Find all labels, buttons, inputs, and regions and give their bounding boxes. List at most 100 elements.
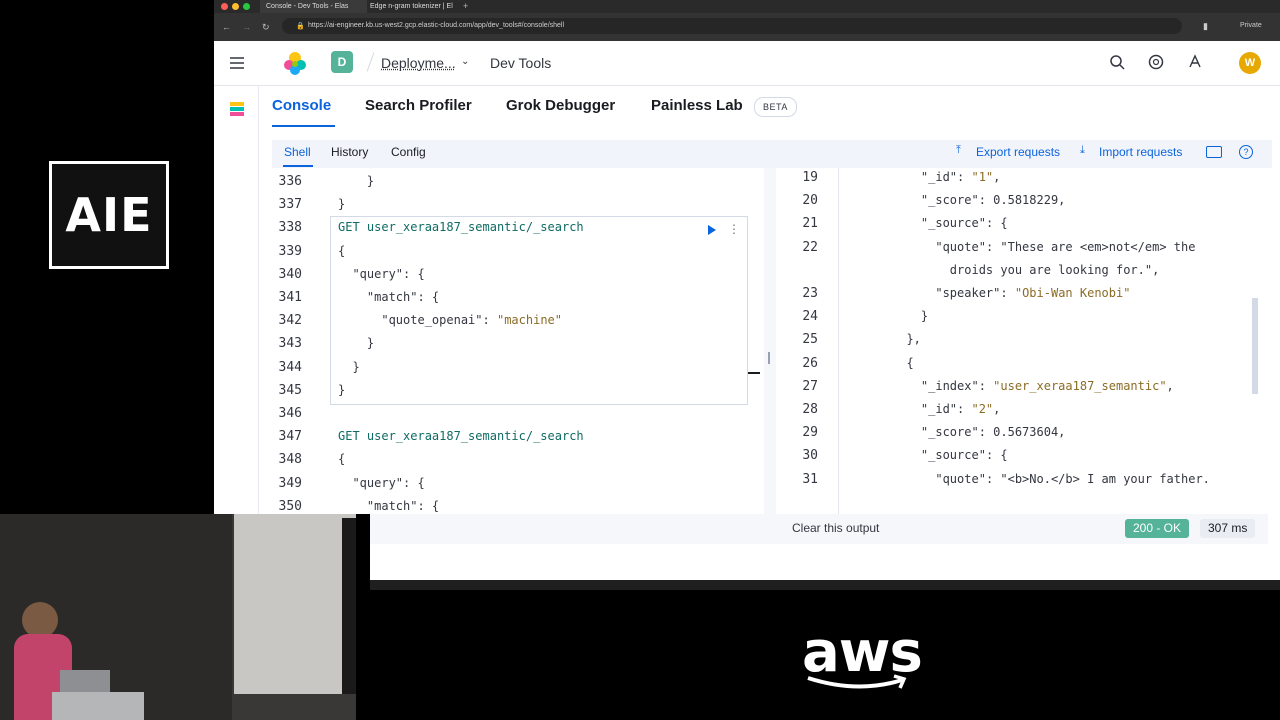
close-window-icon[interactable]	[221, 3, 228, 10]
export-icon[interactable]: ⤒	[956, 144, 961, 157]
tab-grok-debugger[interactable]: Grok Debugger	[506, 96, 615, 116]
line-number: 19	[802, 170, 818, 185]
code-token: "quote_openai"	[381, 313, 483, 328]
request-path: user_xeraa187_semantic/_search	[366, 429, 584, 444]
code-line: "query": {	[338, 266, 424, 281]
request-editor[interactable]: ⋮ 336 } 337} 338 GET user_xeraa187_semantic…	[272, 168, 758, 514]
tab-history[interactable]: History	[331, 145, 368, 159]
code-token: : "<b>No.</b> I am your father.	[985, 471, 1210, 486]
code-token: ,	[993, 170, 1001, 184]
private-label: Private	[1240, 22, 1262, 29]
line-number: 21	[802, 216, 818, 232]
help-icon[interactable]	[1147, 54, 1165, 72]
newsfeed-icon[interactable]	[1186, 54, 1204, 72]
code-token: : {	[985, 216, 1008, 231]
chevron-down-icon[interactable]: ⌄	[461, 56, 469, 67]
code-token: ,	[993, 402, 1001, 416]
browser-tab-ngram[interactable]: Edge n-gram tokenizer | El	[364, 0, 471, 13]
line-number: 347	[278, 429, 302, 445]
code-token: : {	[985, 448, 1008, 463]
line-number: 337	[278, 197, 302, 213]
bookmark-icon[interactable]: ▮	[1203, 21, 1208, 32]
code-token: {	[892, 355, 914, 370]
scroll-marker	[748, 372, 760, 374]
line-number: 31	[802, 471, 818, 487]
minimize-window-icon[interactable]	[232, 3, 239, 10]
line-number: 26	[802, 355, 818, 371]
forward-icon[interactable]: →	[242, 22, 251, 32]
code-token: "quote"	[935, 239, 986, 254]
new-tab-icon[interactable]: +	[463, 0, 468, 13]
play-request-icon[interactable]	[706, 223, 718, 237]
duration-badge: 307 ms	[1200, 519, 1256, 538]
code-line: "quote_openai": "machine"	[338, 313, 562, 327]
space-avatar[interactable]: D	[331, 51, 353, 73]
code-line: }	[338, 336, 374, 350]
import-requests-button[interactable]: Import requests	[1099, 145, 1182, 159]
breadcrumb-deployment[interactable]: Deployme...	[381, 55, 456, 71]
selected-request-highlight	[330, 216, 748, 405]
code-token: :	[957, 402, 972, 416]
code-line: "_source": {	[892, 448, 1008, 462]
code-token: "query"	[352, 266, 404, 281]
pane-divider[interactable]	[764, 168, 776, 514]
code-token: "_score"	[920, 193, 979, 208]
line-number: 339	[278, 243, 302, 259]
line-number: 22	[802, 239, 818, 255]
elastic-logo-icon[interactable]	[283, 51, 307, 75]
user-avatar[interactable]: W	[1239, 52, 1261, 74]
url-text: https://ai-engineer.kb.us-west2.gcp.elas…	[308, 22, 565, 29]
menu-icon[interactable]	[229, 55, 245, 71]
request-actions-icon[interactable]: ⋮	[728, 222, 740, 236]
code-token: :	[1000, 286, 1015, 300]
code-token: "_index"	[920, 378, 979, 393]
code-line: "_id": "1",	[892, 170, 1001, 184]
line-number: 20	[802, 193, 818, 209]
code-token: "_source"	[920, 448, 986, 463]
line-number: 346	[278, 406, 302, 421]
tab-search-profiler[interactable]: Search Profiler	[365, 96, 472, 116]
reload-icon[interactable]: ↻	[262, 22, 270, 33]
keyboard-shortcuts-icon[interactable]	[1206, 146, 1222, 158]
tab-console[interactable]: Console	[272, 96, 331, 116]
import-icon[interactable]: ⤓	[1080, 144, 1085, 157]
tab-config[interactable]: Config	[391, 145, 426, 159]
tab-painless-lab[interactable]: Painless Lab	[651, 96, 743, 116]
code-line: "_score": 0.5818229,	[892, 193, 1066, 208]
maximize-window-icon[interactable]	[243, 3, 250, 10]
resize-handle-icon[interactable]	[768, 352, 770, 364]
video-screen	[234, 514, 356, 694]
presenter-video	[0, 514, 370, 720]
browser-tab-console[interactable]: Console - Dev Tools - Elas	[260, 0, 367, 13]
help-circle-icon[interactable]: ?	[1239, 145, 1253, 159]
code-line: "match": {	[338, 499, 439, 513]
code-line: }	[338, 383, 345, 397]
back-icon[interactable]: ←	[222, 22, 231, 32]
response-editor[interactable]: 19 "_id": "1", 20 "_score": 0.5818229, 21 …	[778, 168, 1268, 514]
code-line: GET user_xeraa187_semantic/_search	[338, 429, 584, 443]
search-icon[interactable]	[1108, 54, 1126, 72]
line-number: 340	[278, 266, 302, 282]
code-token: "user_xeraa187_semantic"	[993, 378, 1167, 393]
export-requests-button[interactable]: Export requests	[976, 145, 1060, 159]
line-number: 338	[278, 220, 302, 236]
clear-output-button[interactable]: Clear this output	[792, 521, 879, 535]
code-line: {	[892, 355, 914, 370]
response-scrollbar[interactable]	[1252, 298, 1258, 394]
dev-tools-icon[interactable]	[230, 102, 244, 116]
code-token: droids you are looking for.",	[892, 262, 1160, 277]
code-token: "_id"	[920, 170, 958, 184]
code-line: {	[338, 452, 345, 466]
code-line: "quote": "<b>No.</b> I am your father.	[892, 472, 1210, 486]
tab-shell[interactable]: Shell	[284, 145, 311, 159]
code-line: "_source": {	[892, 216, 1008, 230]
